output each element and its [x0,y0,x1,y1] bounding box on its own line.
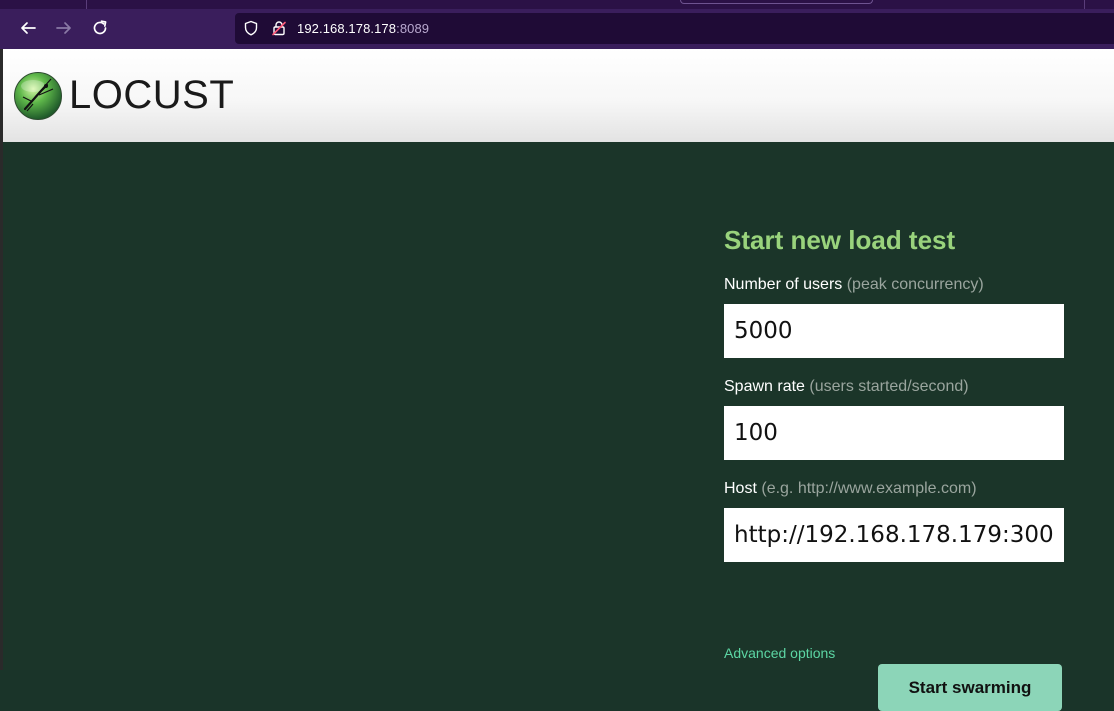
app-header: LOCUST [3,49,1114,142]
reload-icon [93,20,107,35]
url-text: 192.168.178.178:8089 [297,21,429,36]
insecure-lock-icon[interactable] [271,20,287,36]
users-label: Number of users (peak concurrency) [724,276,984,294]
reload-button[interactable] [89,17,111,39]
form-title: Start new load test [724,225,956,255]
host-hint: (e.g. http://www.example.com) [761,480,977,497]
browser-toolbar: 192.168.178.178:8089 [0,0,1114,49]
spawn-rate-label-text: Spawn rate [724,378,805,395]
browser-tab[interactable] [680,0,873,4]
host-input[interactable] [724,508,1064,562]
logo-text: LOCUST [69,73,235,117]
address-bar[interactable]: 192.168.178.178:8089 [235,13,1114,44]
host-label-text: Host [724,480,757,497]
tab-strip [0,0,1114,9]
arrow-right-icon [56,22,71,34]
spawn-rate-label: Spawn rate (users started/second) [724,378,969,396]
spawn-rate-hint: (users started/second) [809,378,969,395]
advanced-options-link[interactable]: Advanced options [724,645,835,661]
users-input[interactable] [724,304,1064,358]
spawn-rate-input[interactable] [724,406,1064,460]
shield-icon[interactable] [243,20,259,36]
url-port: :8089 [396,21,430,36]
url-host: 192.168.178.178 [297,21,397,36]
back-button[interactable] [17,17,39,39]
users-hint: (peak concurrency) [846,276,984,293]
host-label: Host (e.g. http://www.example.com) [724,480,977,498]
main-content: Start new load test Number of users (pea… [3,142,1114,711]
forward-button[interactable] [53,17,75,39]
start-swarming-button[interactable]: Start swarming [878,664,1062,711]
locust-logo-icon[interactable] [13,71,63,121]
users-label-text: Number of users [724,276,843,293]
tab-divider [1084,0,1085,9]
arrow-left-icon [21,22,36,34]
tab-divider [86,0,87,9]
